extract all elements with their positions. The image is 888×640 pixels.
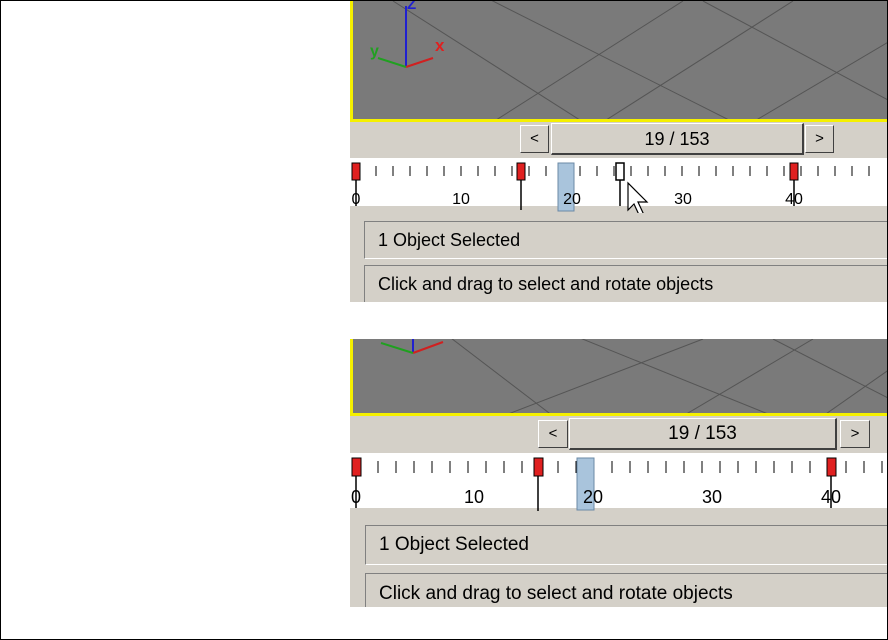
time-slider-thumb[interactable]: 19 / 153 bbox=[551, 123, 804, 155]
time-slider-thumb[interactable]: 19 / 153 bbox=[569, 418, 837, 450]
perspective-viewport[interactable]: Z x y bbox=[350, 1, 887, 122]
svg-text:x: x bbox=[445, 339, 455, 343]
prompt-status-field: Click and drag to select and rotate obje… bbox=[364, 265, 887, 302]
status-area: 1 Object Selected Click and drag to sele… bbox=[350, 213, 887, 302]
next-frame-button[interactable]: > bbox=[805, 125, 834, 153]
tick-label-40: 40 bbox=[821, 487, 841, 507]
prev-frame-button[interactable]: < bbox=[520, 125, 549, 153]
selection-status-field: 1 Object Selected bbox=[365, 525, 887, 565]
prompt-status-field: Click and drag to select and rotate obje… bbox=[365, 573, 887, 607]
selection-status-field: 1 Object Selected bbox=[364, 221, 887, 259]
prompt-status-text: Click and drag to select and rotate obje… bbox=[378, 274, 714, 294]
tick-label-20: 20 bbox=[563, 191, 581, 208]
prompt-status-text: Click and drag to select and rotate obje… bbox=[379, 583, 733, 604]
tick-label-30: 30 bbox=[702, 487, 722, 507]
tick-label-40: 40 bbox=[785, 191, 803, 208]
tick-label-10: 10 bbox=[464, 487, 484, 507]
next-frame-button[interactable]: > bbox=[840, 420, 870, 448]
track-bar-ruler: 0 10 20 30 40 bbox=[350, 453, 887, 515]
perspective-viewport[interactable]: x bbox=[350, 339, 887, 416]
prev-frame-button[interactable]: < bbox=[538, 420, 568, 448]
svg-text:y: y bbox=[370, 43, 379, 60]
prev-frame-label: < bbox=[548, 425, 558, 442]
axis-tripod-icon: x bbox=[380, 339, 455, 354]
tick-label-20: 20 bbox=[583, 487, 603, 507]
top-panel: Z x y < 19 / 153 > 0 10 20 30 40 1 Objec… bbox=[350, 1, 887, 302]
tick-label-10: 10 bbox=[452, 191, 470, 208]
next-frame-label: > bbox=[815, 130, 824, 147]
frame-readout: 19 / 153 bbox=[668, 423, 737, 444]
selection-status-text: 1 Object Selected bbox=[378, 230, 521, 250]
svg-text:Z: Z bbox=[407, 1, 416, 13]
time-slider-bar: < 19 / 153 > bbox=[350, 416, 887, 453]
time-slider-bar: < 19 / 153 > bbox=[350, 122, 887, 158]
tutorial-figure: Z x y < 19 / 153 > 0 10 20 30 40 1 Objec… bbox=[0, 0, 888, 640]
svg-text:x: x bbox=[435, 36, 445, 55]
tick-label-30: 30 bbox=[674, 191, 692, 208]
track-bar[interactable]: 0 10 20 30 40 bbox=[350, 158, 887, 213]
viewport-grid: x bbox=[380, 339, 887, 413]
prev-frame-label: < bbox=[530, 130, 539, 147]
axis-tripod-icon: Z x y bbox=[370, 1, 445, 68]
frame-readout: 19 / 153 bbox=[644, 129, 710, 149]
tick-label-0: 0 bbox=[351, 487, 361, 507]
viewport-grid: Z x y bbox=[370, 1, 887, 119]
track-bar-ruler: 0 10 20 30 40 bbox=[350, 158, 887, 213]
selection-status-text: 1 Object Selected bbox=[379, 534, 529, 555]
track-bar[interactable]: 0 10 20 30 40 bbox=[350, 453, 887, 515]
bottom-panel: x < 19 / 153 > bbox=[350, 339, 887, 607]
status-area: 1 Object Selected Click and drag to sele… bbox=[350, 515, 887, 607]
tick-label-0: 0 bbox=[352, 191, 361, 208]
next-frame-label: > bbox=[850, 425, 860, 442]
